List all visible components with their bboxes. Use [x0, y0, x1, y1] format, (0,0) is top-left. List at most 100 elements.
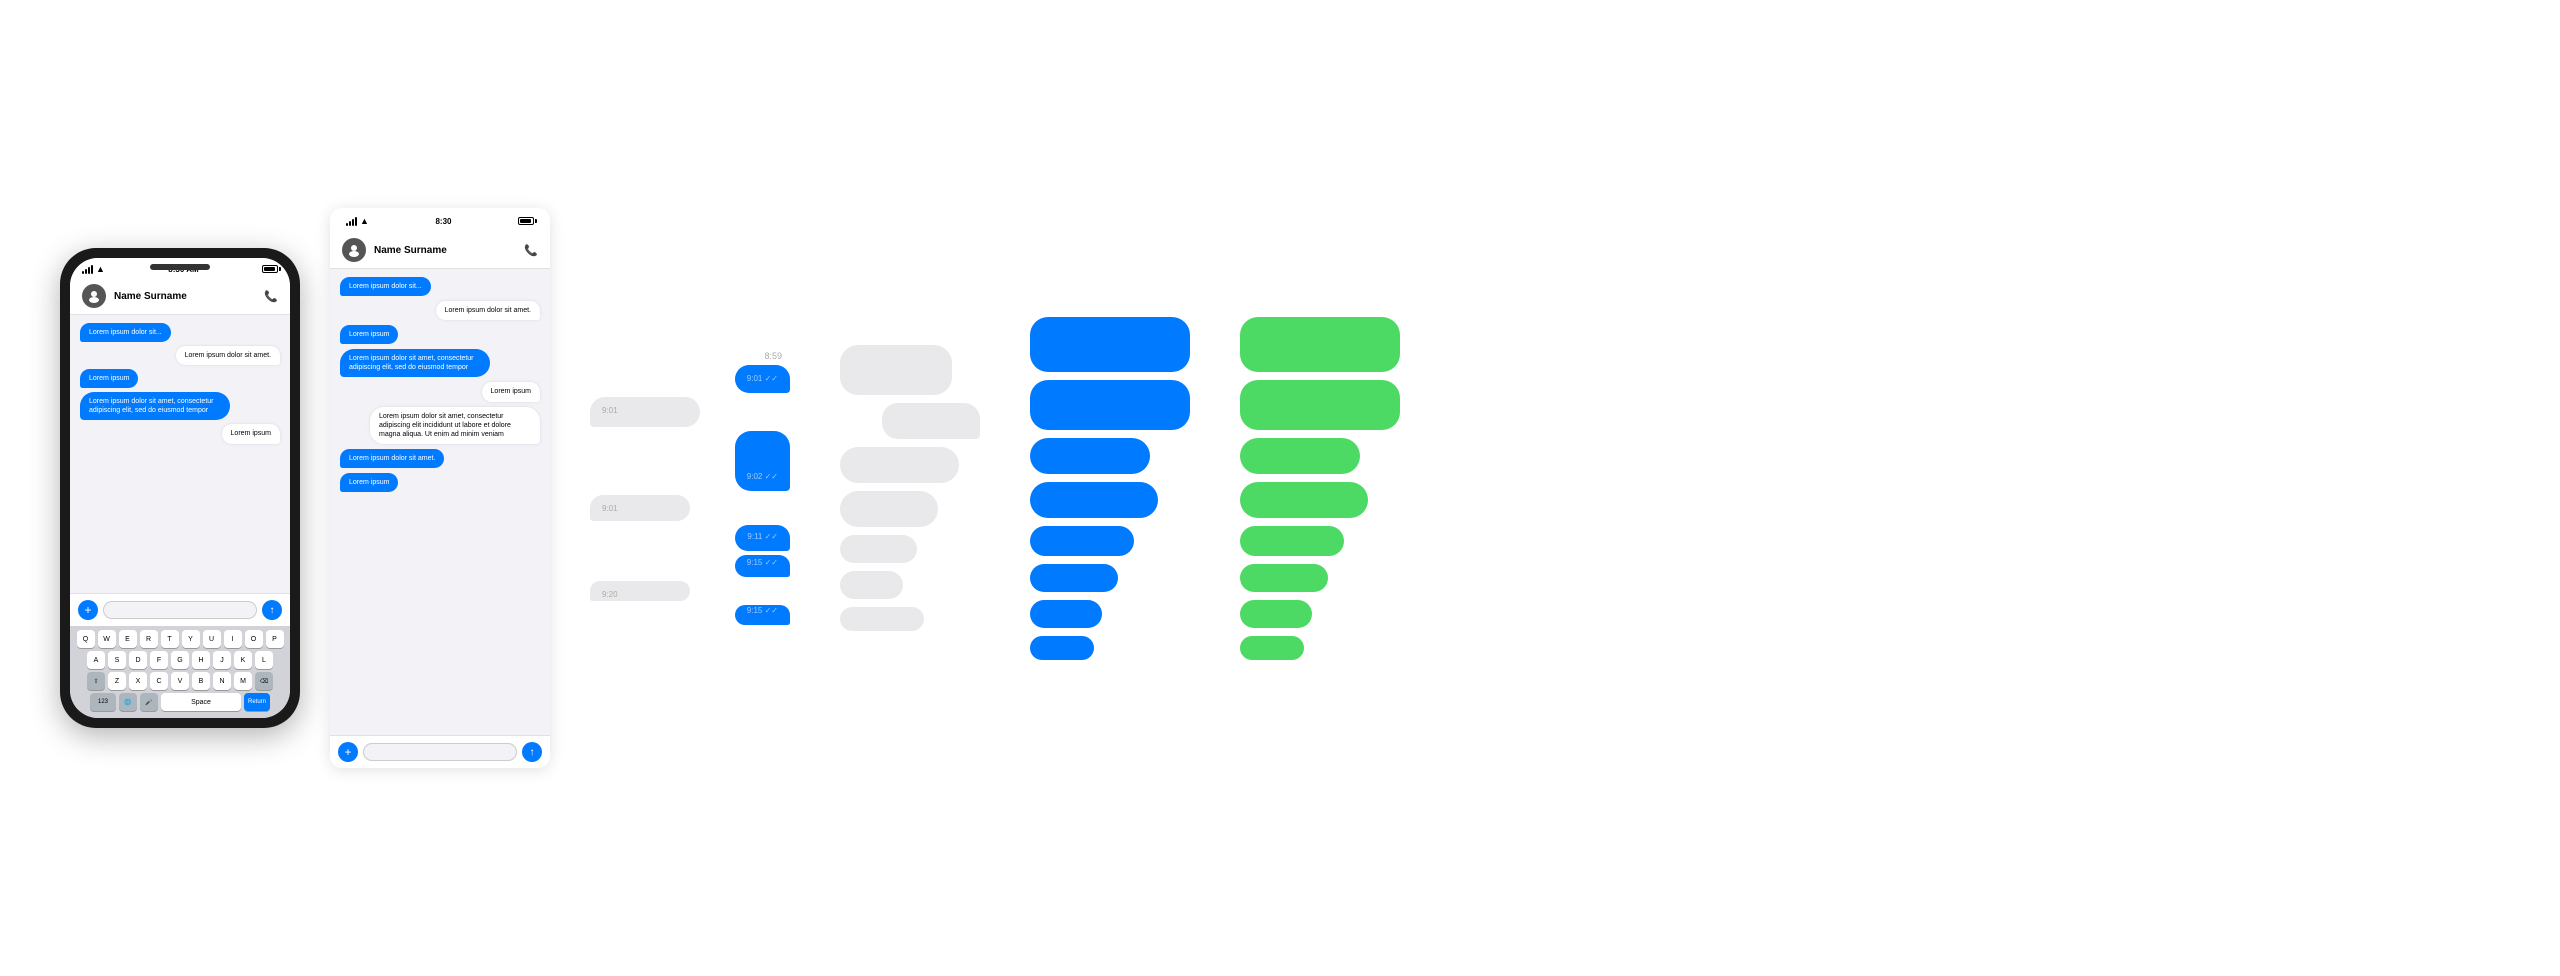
key-v[interactable]: V [171, 672, 189, 690]
key-x[interactable]: X [129, 672, 147, 690]
key-a[interactable]: A [87, 651, 105, 669]
gray-bubble [840, 607, 924, 631]
message-input-2[interactable] [363, 743, 517, 761]
key-l[interactable]: L [255, 651, 273, 669]
gray-bubble [840, 447, 959, 483]
key-i[interactable]: I [224, 630, 242, 648]
gray-bubble [840, 535, 917, 563]
message-bubble: Lorem ipsum [222, 424, 280, 443]
signal-area: ▲ [82, 264, 105, 274]
message-bubble-ts: 9:20 [590, 581, 690, 601]
key-g[interactable]: G [171, 651, 189, 669]
green-bubble [1240, 380, 1400, 430]
key-h[interactable]: H [192, 651, 210, 669]
message-bubble-ts: 9:15 ✓✓ [735, 605, 790, 625]
key-delete[interactable]: ⌫ [255, 672, 273, 690]
send-button[interactable]: ↑ [262, 600, 282, 620]
key-w[interactable]: W [98, 630, 116, 648]
key-y[interactable]: Y [182, 630, 200, 648]
key-123[interactable]: 123 [90, 693, 116, 711]
key-c[interactable]: C [150, 672, 168, 690]
contact-name-2: Name Surname [374, 245, 516, 256]
message-bubble: Lorem ipsum dolor sit amet. [340, 449, 444, 468]
key-q[interactable]: Q [77, 630, 95, 648]
nav-bar-1: Name Surname 📞 [70, 278, 290, 315]
phone-mockup-2: ▲ 8:30 Name Surname 📞 Lorem ipsum dolor … [330, 208, 550, 768]
key-n[interactable]: N [213, 672, 231, 690]
key-mic[interactable]: 🎤 [140, 693, 158, 711]
key-u[interactable]: U [203, 630, 221, 648]
message-bubble-ts: 9:02 ✓✓ [735, 431, 790, 491]
key-e[interactable]: E [119, 630, 137, 648]
message-bubble-ts: 9:01 [590, 495, 690, 521]
key-m[interactable]: M [234, 672, 252, 690]
send-button-2[interactable]: ↑ [522, 742, 542, 762]
timestamp-inline: 9:15 ✓✓ [747, 606, 778, 616]
chat-timestamps-panel: 8:59 9:01 ✓✓ 9:01 9:02 ✓✓ 9:01 9:11 ✓✓ 9… [580, 341, 800, 635]
gray-bubble-set [830, 335, 990, 641]
timestamp-inline: 9:01 ✓✓ [747, 374, 778, 383]
blue-bubble [1030, 564, 1118, 592]
message-bubble: Lorem ipsum dolor sit... [340, 277, 431, 296]
green-bubble [1240, 526, 1344, 556]
status-time-2: 8:30 [435, 217, 451, 226]
key-t[interactable]: T [161, 630, 179, 648]
key-j[interactable]: J [213, 651, 231, 669]
message-bubble-ts: 9:01 ✓✓ [735, 365, 790, 393]
call-icon[interactable]: 📞 [264, 290, 278, 303]
contact-name-1: Name Surname [114, 291, 256, 302]
blue-bubble-column [1020, 307, 1200, 670]
blue-bubble [1030, 380, 1190, 430]
call-icon-2[interactable]: 📞 [524, 244, 538, 257]
key-b[interactable]: B [192, 672, 210, 690]
avatar-2 [342, 238, 366, 262]
phone-mockup-1: ▲ 8:30 AM Name Surname 📞 Lorem ipsum dol… [60, 248, 300, 728]
blue-bubble [1030, 438, 1150, 474]
key-r[interactable]: R [140, 630, 158, 648]
gray-bubble [840, 571, 903, 599]
wifi-icon-2: ▲ [360, 216, 369, 226]
key-z[interactable]: Z [108, 672, 126, 690]
message-bubble: Lorem ipsum dolor sit amet, consectetur … [370, 407, 540, 444]
green-bubble [1240, 317, 1400, 372]
key-k[interactable]: K [234, 651, 252, 669]
message-bubble: Lorem ipsum [340, 473, 398, 492]
status-bar-2: ▲ 8:30 [330, 208, 550, 232]
keyboard: Q W E R T Y U I O P A S D F G H J K L [70, 626, 290, 718]
key-shift[interactable]: ⇧ [87, 672, 105, 690]
blue-bubble [1030, 482, 1158, 518]
key-return[interactable]: Return [244, 693, 270, 711]
add-attachment-button-2[interactable]: + [338, 742, 358, 762]
avatar [82, 284, 106, 308]
timestamp-inline: 9:01 [602, 504, 618, 513]
key-o[interactable]: O [245, 630, 263, 648]
messages-area-2: Lorem ipsum dolor sit... Lorem ipsum dol… [330, 269, 550, 735]
timestamp-inline: 9:20 [602, 590, 618, 599]
message-bubble-ts: 9:15 ✓✓ [735, 555, 790, 577]
message-input[interactable] [103, 601, 257, 619]
key-s[interactable]: S [108, 651, 126, 669]
message-bubble: Lorem ipsum [340, 325, 398, 344]
message-bubble: Lorem ipsum dolor sit amet. [176, 346, 280, 365]
key-p[interactable]: P [266, 630, 284, 648]
signal-bars-icon [82, 265, 93, 274]
messages-area-1: Lorem ipsum dolor sit... Lorem ipsum dol… [70, 315, 290, 593]
message-bubble: Lorem ipsum dolor sit amet. [436, 301, 540, 320]
timestamp: 8:59 [590, 351, 790, 361]
timestamp-inline: 9:02 ✓✓ [747, 472, 778, 482]
add-attachment-button[interactable]: + [78, 600, 98, 620]
green-bubble-column [1230, 307, 1410, 670]
green-bubble [1240, 482, 1368, 518]
blue-bubble [1030, 600, 1102, 628]
battery-icon-2 [518, 217, 534, 225]
timestamp-inline: 9:11 ✓✓ [747, 532, 778, 542]
key-d[interactable]: D [129, 651, 147, 669]
wifi-icon: ▲ [96, 264, 105, 274]
key-space[interactable]: Space [161, 693, 241, 711]
nav-bar-2: Name Surname 📞 [330, 232, 550, 269]
key-f[interactable]: F [150, 651, 168, 669]
blue-bubble [1030, 317, 1190, 372]
key-globe[interactable]: 🌐 [119, 693, 137, 711]
signal-bars-icon-2 [346, 217, 357, 226]
gray-bubble [840, 491, 938, 527]
